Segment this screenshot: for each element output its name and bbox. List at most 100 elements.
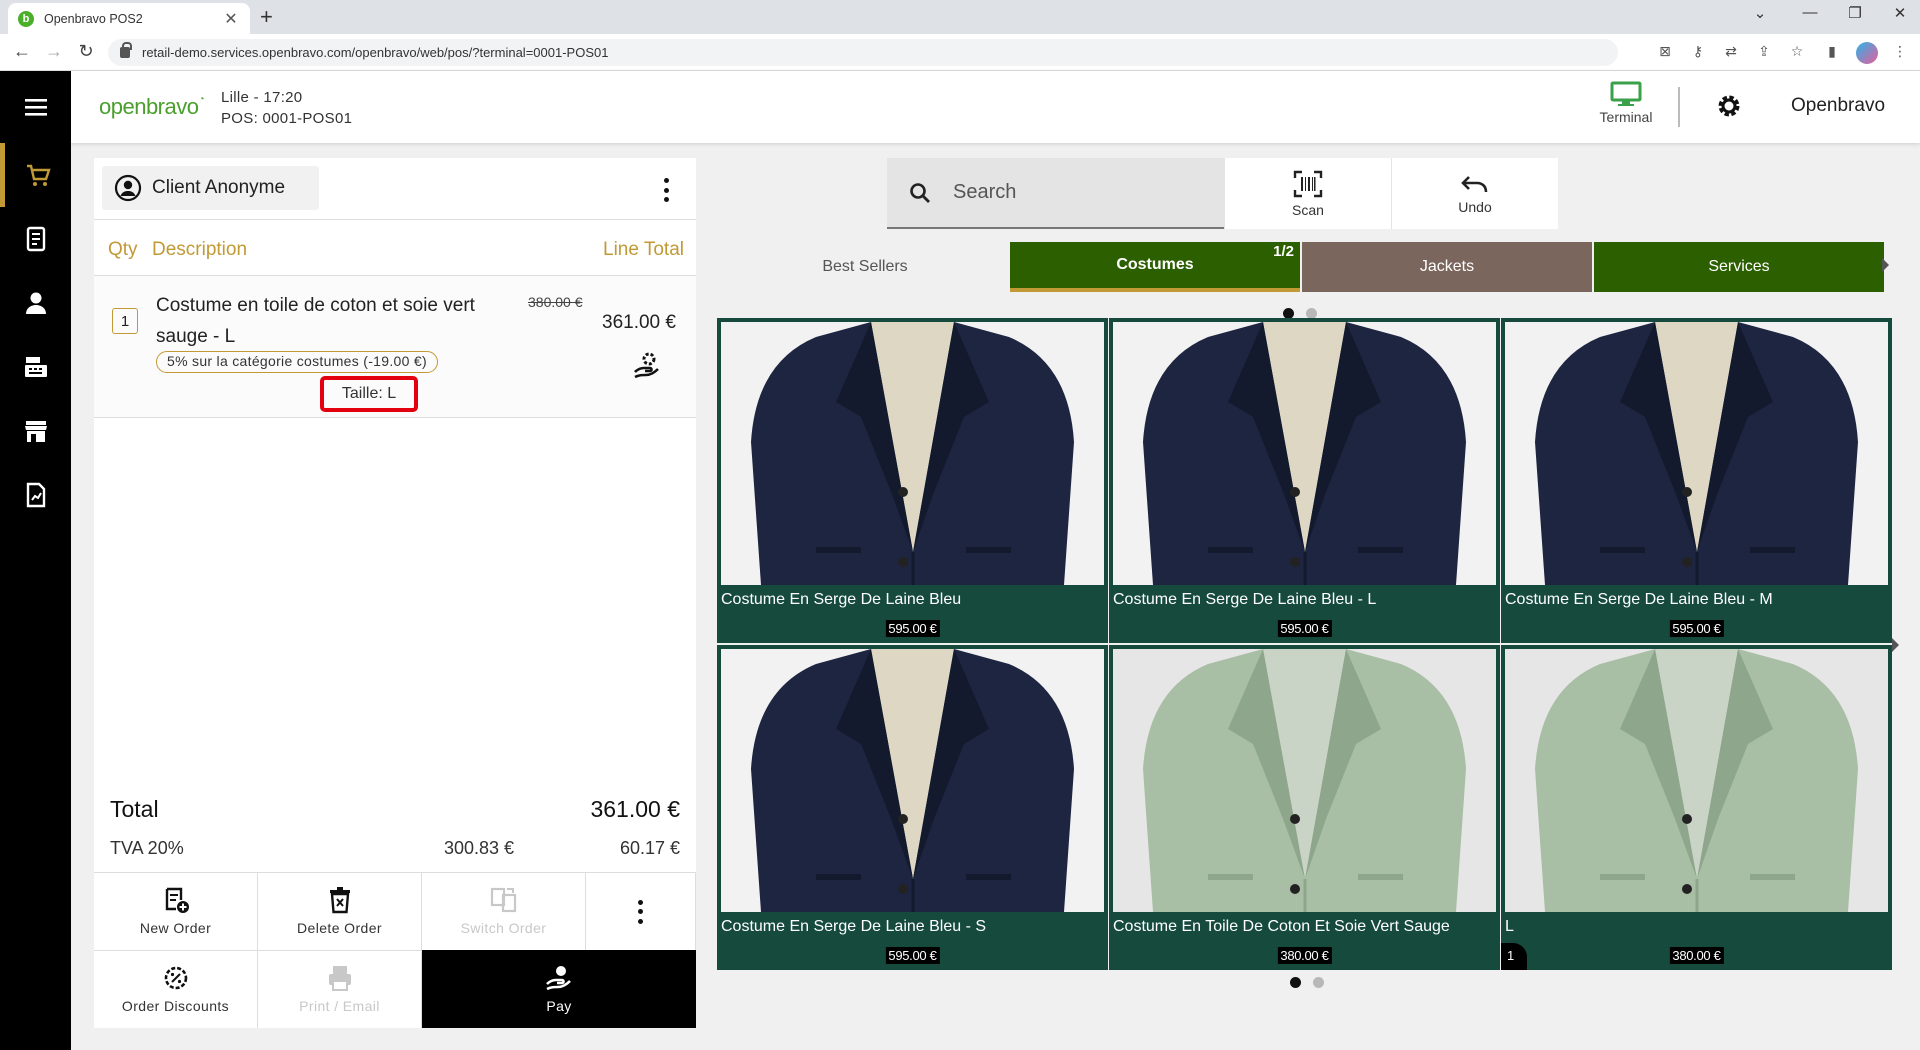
- scan-button[interactable]: Scan: [1224, 158, 1391, 229]
- close-tab-icon[interactable]: ✕: [222, 9, 240, 29]
- switch-order-icon: [490, 887, 516, 913]
- new-order-label: New Order: [139, 920, 212, 936]
- new-order-button[interactable]: New Order: [94, 872, 258, 950]
- product-name: Costume En Serge De Laine Bleu - L: [1113, 591, 1377, 608]
- product-card[interactable]: Costume En Serge De Laine Bleu - S 595.0…: [717, 645, 1108, 970]
- order-line[interactable]: 1 Costume en toile de coton et soie vert…: [94, 276, 696, 418]
- sidebar-item-cash-register[interactable]: [0, 335, 71, 399]
- user-name[interactable]: Openbravo: [1791, 95, 1885, 117]
- side-panel-icon[interactable]: ▮: [1822, 43, 1842, 60]
- category-jackets[interactable]: Jackets: [1302, 242, 1592, 292]
- product-card[interactable]: Costume En Serge De Laine Bleu - L 595.0…: [1109, 318, 1500, 643]
- order-panel: Client Anonyme Qty Description Line Tota…: [94, 158, 696, 1028]
- category-best-sellers[interactable]: Best Sellers: [720, 242, 1010, 292]
- profile-avatar[interactable]: [1856, 42, 1878, 64]
- menu-button[interactable]: [0, 75, 71, 139]
- report-icon: [26, 482, 45, 508]
- new-tab-icon[interactable]: +: [260, 4, 273, 30]
- user-circle-icon: [114, 174, 142, 202]
- product-card[interactable]: Costume En Serge De Laine Bleu 595.00 €: [717, 318, 1108, 643]
- sidebar-item-receipts[interactable]: [0, 207, 71, 271]
- translate-icon[interactable]: ⇄: [1721, 43, 1741, 60]
- switch-order-button[interactable]: Switch Order: [422, 872, 586, 950]
- url-field[interactable]: retail-demo.services.openbravo.com/openb…: [108, 39, 1618, 66]
- service-hand-icon[interactable]: [632, 350, 662, 380]
- printer-icon: [328, 966, 351, 991]
- restore-icon[interactable]: ❐: [1840, 4, 1870, 22]
- category-page-indicator: 1/2: [1273, 243, 1294, 260]
- browser-tabstrip: b Openbravo POS2 ✕ + ⌄ — ❐ ✕: [0, 0, 1920, 34]
- product-name: L: [1505, 918, 1514, 935]
- pos-terminal-id: POS: 0001-POS01: [221, 110, 353, 127]
- terminal-label: Terminal: [1599, 109, 1653, 125]
- url-text: retail-demo.services.openbravo.com/openb…: [142, 45, 609, 60]
- line-qty[interactable]: 1: [112, 308, 138, 334]
- minimize-icon[interactable]: —: [1795, 4, 1825, 21]
- close-window-icon[interactable]: ✕: [1885, 4, 1915, 22]
- product-page-dots[interactable]: [1290, 977, 1324, 988]
- line-price: 361.00 €: [602, 312, 676, 333]
- product-name: Costume En Serge De Laine Bleu: [721, 591, 962, 608]
- tax-base: 300.83 €: [444, 838, 515, 858]
- search-icon: [910, 182, 930, 203]
- order-discounts-button[interactable]: Order Discounts: [94, 950, 258, 1028]
- store-time: Lille - 17:20: [221, 89, 303, 106]
- sidebar-item-store[interactable]: [0, 399, 71, 463]
- category-services[interactable]: Services: [1594, 242, 1884, 292]
- cart-icon: [27, 164, 51, 186]
- sidebar-item-customers[interactable]: [0, 271, 71, 335]
- client-button[interactable]: Client Anonyme: [102, 166, 319, 210]
- openbravo-logo: openbravo◔: [99, 94, 205, 119]
- product-card[interactable]: Costume En Serge De Laine Bleu - M 595.0…: [1501, 318, 1892, 643]
- trash-icon: [329, 887, 350, 914]
- product-card[interactable]: L 380.00 € 1: [1501, 645, 1892, 970]
- search-input[interactable]: [953, 181, 1213, 204]
- forward-icon[interactable]: →: [42, 41, 66, 62]
- category-label: Costumes: [1116, 256, 1194, 273]
- category-bar: Best Sellers Costumes 1/2 Jackets Servic…: [720, 242, 1890, 294]
- category-next-arrow-icon[interactable]: [1882, 258, 1889, 272]
- product-next-arrow-icon[interactable]: [1892, 638, 1899, 652]
- product-price: 595.00 €: [885, 947, 940, 964]
- search-box[interactable]: [887, 158, 1224, 229]
- total-label: Total: [110, 796, 159, 822]
- product-card[interactable]: Costume En Toile De Coton Et Soie Vert S…: [1109, 645, 1500, 970]
- switch-order-label: Switch Order: [460, 920, 547, 936]
- tab-search-chevron-icon[interactable]: ⌄: [1745, 4, 1775, 22]
- reload-icon[interactable]: ↻: [74, 41, 98, 62]
- back-icon[interactable]: ←: [10, 41, 34, 62]
- address-bar: ← → ↻ retail-demo.services.openbravo.com…: [0, 34, 1920, 71]
- browser-tab[interactable]: b Openbravo POS2 ✕: [8, 3, 250, 34]
- person-icon: [25, 292, 46, 314]
- key-icon[interactable]: ⚷: [1688, 43, 1708, 60]
- line-description: Costume en toile de coton et soie vert s…: [156, 295, 475, 347]
- client-name: Client Anonyme: [152, 177, 286, 198]
- order-menu-icon[interactable]: [660, 178, 672, 202]
- bookmark-star-icon[interactable]: ☆: [1787, 43, 1807, 60]
- undo-label: Undo: [1458, 198, 1492, 215]
- category-label: Services: [1708, 258, 1770, 275]
- category-label: Best Sellers: [822, 258, 908, 275]
- undo-icon: [1461, 175, 1488, 192]
- qty-header: Qty: [108, 239, 138, 260]
- line-attribute: Taille: L: [320, 376, 418, 412]
- undo-button[interactable]: Undo: [1391, 158, 1558, 229]
- delete-order-button[interactable]: Delete Order: [258, 872, 422, 950]
- pay-hand-icon: [546, 966, 571, 991]
- print-email-button[interactable]: Print / Email: [258, 950, 422, 1028]
- product-name: Costume En Serge De Laine Bleu - S: [721, 918, 987, 935]
- category-costumes[interactable]: Costumes 1/2: [1010, 242, 1300, 292]
- blocked-popup-icon[interactable]: ⊠: [1655, 43, 1675, 60]
- product-image: [1505, 649, 1888, 912]
- product-price: 595.00 €: [1277, 620, 1332, 637]
- browser-menu-icon[interactable]: ⋮: [1890, 43, 1910, 60]
- sidebar-item-cart[interactable]: [0, 143, 71, 207]
- pay-button[interactable]: Pay: [422, 950, 696, 1028]
- product-qty-badge: 1: [1501, 943, 1527, 970]
- sidebar-item-reports[interactable]: [0, 463, 71, 527]
- gear-icon[interactable]: [1716, 93, 1742, 119]
- share-icon[interactable]: ⇪: [1754, 43, 1774, 60]
- tab-title: Openbravo POS2: [44, 11, 143, 26]
- more-actions-button[interactable]: [586, 872, 696, 950]
- terminal-button[interactable]: Terminal: [1571, 81, 1681, 125]
